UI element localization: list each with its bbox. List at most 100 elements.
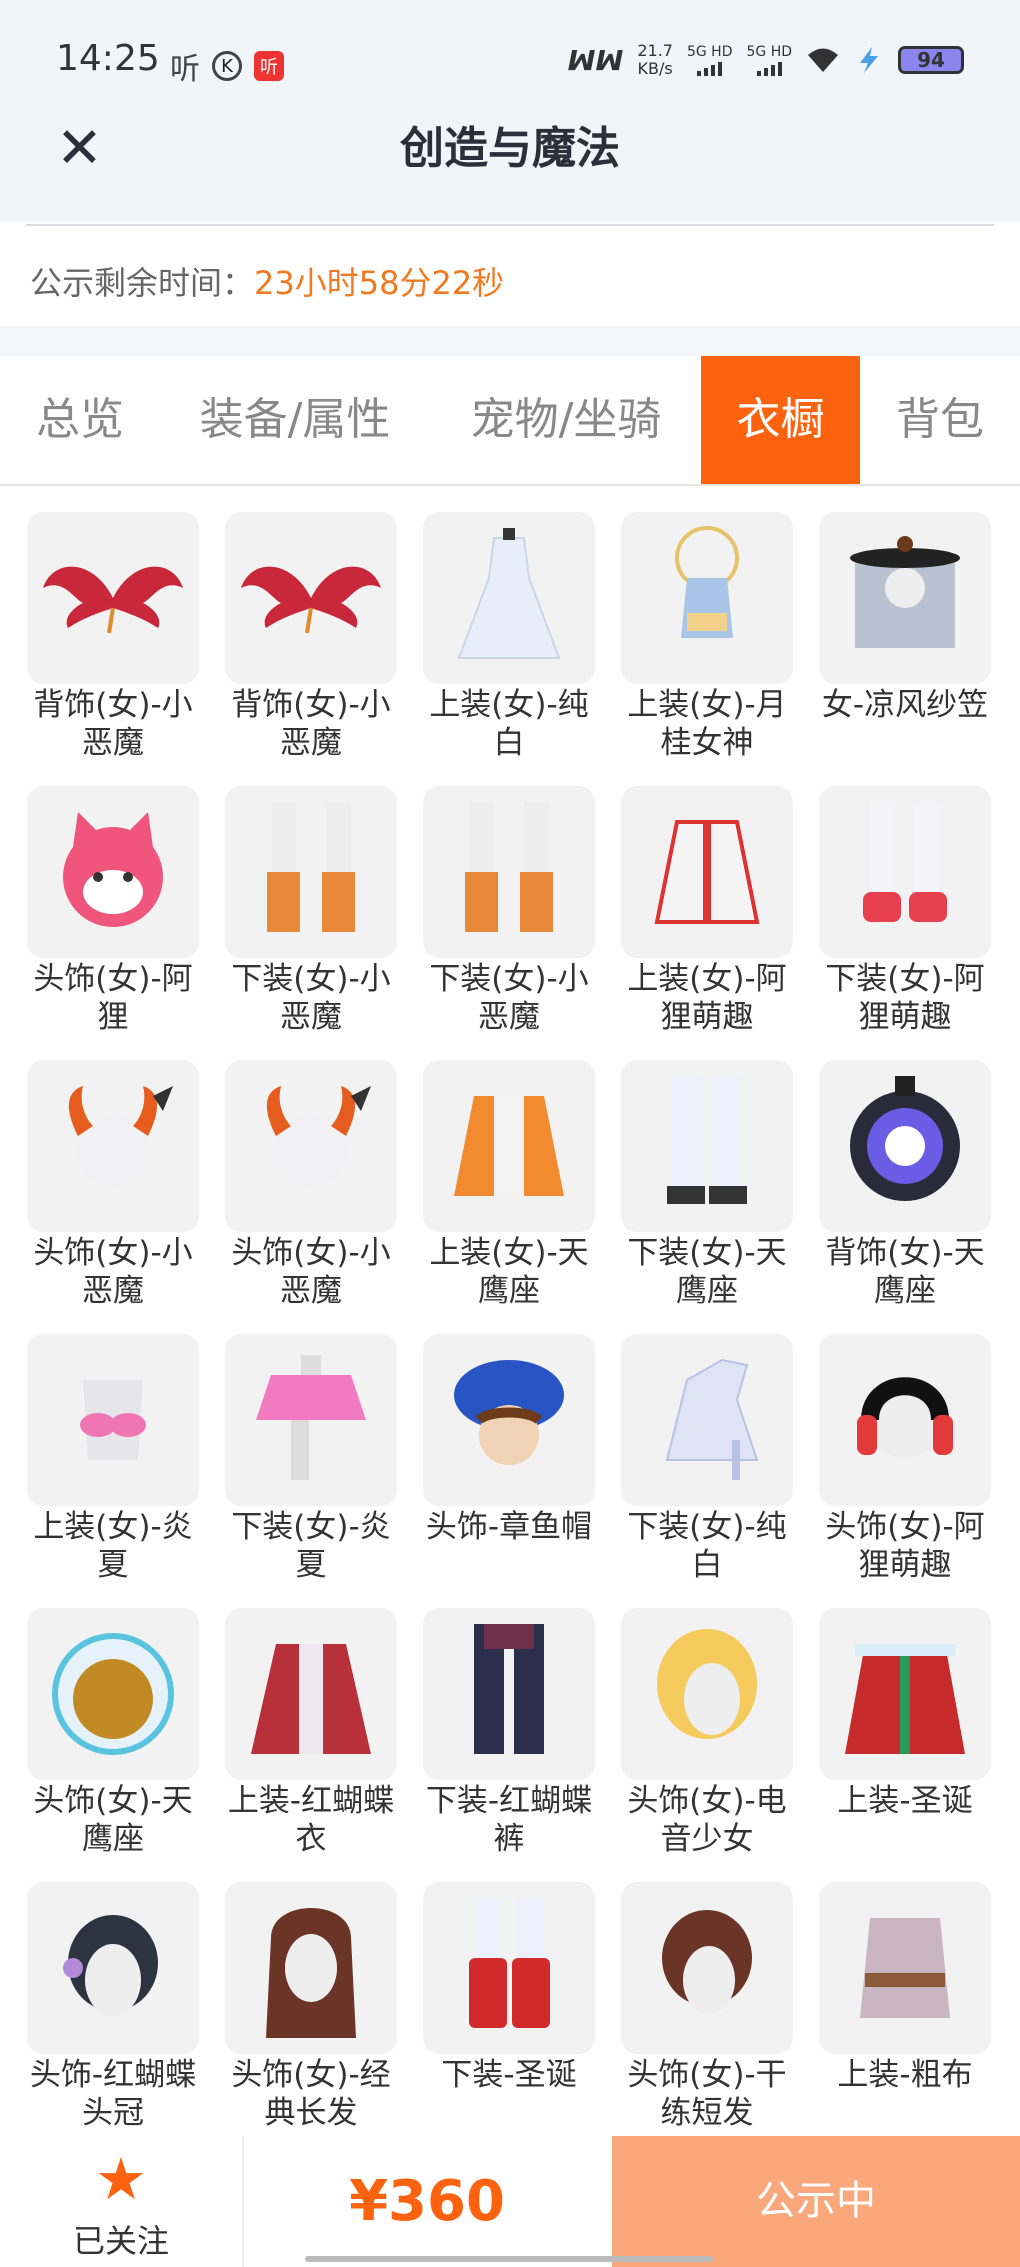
wardrobe-item-name: 背饰(女)-天鹰座	[825, 1235, 985, 1309]
wardrobe-item[interactable]: 下装-圣诞	[423, 1882, 595, 2156]
network-speed: 21.7 KB/s	[637, 42, 673, 78]
wardrobe-item[interactable]: 背饰(女)-小恶魔	[225, 512, 397, 786]
octopus-hat-icon	[423, 1334, 595, 1506]
wardrobe-item-name: 下装-红蝴蝶裤	[425, 1783, 593, 1857]
tab-overview[interactable]: 总览	[0, 356, 160, 484]
devil-horns-head-icon	[27, 1060, 199, 1232]
page-title: 创造与魔法	[400, 123, 620, 174]
carrier-logo-icon: ꟽꟽ	[567, 43, 624, 77]
tab-wardrobe[interactable]: 衣橱	[701, 356, 860, 484]
tabs-divider	[0, 484, 1020, 486]
wardrobe-item-name: 上装-粗布	[837, 2057, 973, 2093]
wardrobe-item[interactable]: 下装(女)-天鹰座	[621, 1060, 793, 1334]
red-butterfly-coat-icon	[225, 1608, 397, 1780]
signal-bars-icon	[746, 60, 792, 76]
wardrobe-item[interactable]: 头饰-章鱼帽	[423, 1334, 595, 1608]
wardrobe-item[interactable]: 上装(女)-阿狸萌趣	[621, 786, 793, 1060]
veil-hat-icon	[819, 512, 991, 684]
wardrobe-item-name: 上装(女)-炎夏	[33, 1509, 193, 1583]
ali-hoodie-icon	[621, 786, 793, 958]
tab-pets-mounts[interactable]: 宠物/坐骑	[446, 356, 686, 484]
countdown-value: 23小时58分22秒	[254, 264, 505, 302]
battery-icon: 94	[898, 46, 964, 74]
wardrobe-item[interactable]: 头饰(女)-阿狸	[27, 786, 199, 1060]
wardrobe-item-name: 上装(女)-天鹰座	[429, 1235, 589, 1309]
aquila-helmet-icon	[27, 1608, 199, 1780]
wardrobe-item[interactable]: 下装(女)-阿狸萌趣	[819, 786, 991, 1060]
charging-icon	[860, 47, 878, 73]
wardrobe-item[interactable]: 头饰(女)-天鹰座	[27, 1608, 199, 1882]
star-icon: ★	[95, 2145, 147, 2213]
tab-equipment[interactable]: 装备/属性	[175, 356, 415, 484]
summer-skirt-icon	[225, 1334, 397, 1506]
butterfly-crown-hair-icon	[27, 1882, 199, 2054]
devil-wings-icon	[225, 512, 397, 684]
wardrobe-item[interactable]: 头饰(女)-经典长发	[225, 1882, 397, 2156]
summer-bikini-top-icon	[27, 1334, 199, 1506]
wardrobe-item[interactable]: 上装-红蝴蝶衣	[225, 1608, 397, 1882]
laurel-goddess-top-icon	[621, 512, 793, 684]
wardrobe-item[interactable]: 背饰(女)-天鹰座	[819, 1060, 991, 1334]
christmas-boots-icon	[423, 1882, 595, 2054]
wardrobe-item-name: 头饰-章鱼帽	[425, 1509, 593, 1545]
devil-horns-head-icon	[225, 1060, 397, 1232]
wardrobe-item[interactable]: 头饰(女)-电音少女	[621, 1608, 793, 1882]
countdown-label: 公示剩余时间：	[30, 264, 255, 302]
wardrobe-item-name: 头饰(女)-阿狸萌趣	[825, 1509, 985, 1583]
wardrobe-item[interactable]: 下装-红蝴蝶裤	[423, 1608, 595, 1882]
wardrobe-item[interactable]: 上装-粗布	[819, 1882, 991, 2156]
ali-headphones-icon	[819, 1334, 991, 1506]
network-speed-value: 21.7	[637, 41, 673, 60]
wardrobe-item-name: 下装(女)-小恶魔	[429, 961, 589, 1035]
publicity-status-button[interactable]: 公示中	[612, 2136, 1020, 2267]
wardrobe-item[interactable]: 上装(女)-纯白	[423, 512, 595, 786]
wardrobe-item-name: 上装-圣诞	[837, 1783, 973, 1819]
wardrobe-item[interactable]: 上装(女)-炎夏	[27, 1334, 199, 1608]
notification-icons: 听 K 听	[170, 44, 284, 88]
header-divider	[26, 224, 994, 226]
wardrobe-item[interactable]: 上装-圣诞	[819, 1608, 991, 1882]
tab-backpack[interactable]: 背包	[870, 356, 1010, 484]
christmas-coat-icon	[819, 1608, 991, 1780]
wardrobe-item[interactable]: 下装(女)-小恶魔	[225, 786, 397, 1060]
bottom-bar: ★ 已关注 ¥360 公示中	[0, 2136, 1020, 2267]
ting-notification-icon: 听	[170, 52, 200, 87]
wardrobe-item[interactable]: 下装(女)-炎夏	[225, 1334, 397, 1608]
home-indicator[interactable]	[305, 2256, 713, 2262]
ali-sneakers-icon	[819, 786, 991, 958]
blonde-hair-icon	[621, 1608, 793, 1780]
wardrobe-item[interactable]: 头饰-红蝴蝶头冠	[27, 1882, 199, 2156]
wardrobe-item[interactable]: 头饰(女)-小恶魔	[225, 1060, 397, 1334]
wardrobe-item-name: 上装(女)-阿狸萌趣	[627, 961, 787, 1035]
devil-boots-icon	[423, 786, 595, 958]
wardrobe-item-name: 头饰(女)-电音少女	[627, 1783, 787, 1857]
wardrobe-item[interactable]: 头饰(女)-干练短发	[621, 1882, 793, 2156]
red-ting-notification-icon: 听	[254, 51, 284, 81]
wardrobe-item-name: 女-凉风纱笠	[821, 687, 989, 723]
wardrobe-item[interactable]: 背饰(女)-小恶魔	[27, 512, 199, 786]
follow-button[interactable]: ★ 已关注	[0, 2136, 244, 2267]
signal-bars-icon	[687, 60, 733, 76]
wardrobe-item[interactable]: 上装(女)-天鹰座	[423, 1060, 595, 1334]
wardrobe-item-name: 头饰(女)-小恶魔	[33, 1235, 193, 1309]
signal-2: 5G HD	[746, 44, 792, 76]
section-separator	[0, 326, 1020, 356]
wardrobe-item[interactable]: 头饰(女)-阿狸萌趣	[819, 1334, 991, 1608]
status-bar: 14:25 听 K 听 ꟽꟽ 21.7 KB/s 5G HD 5G HD 94	[0, 0, 1020, 120]
wardrobe-item[interactable]: 女-凉风纱笠	[819, 512, 991, 786]
red-butterfly-pants-icon	[423, 1608, 595, 1780]
long-hair-icon	[225, 1882, 397, 2054]
aquila-backpack-icon	[819, 1060, 991, 1232]
wardrobe-item[interactable]: 下装(女)-小恶魔	[423, 786, 595, 1060]
wardrobe-item[interactable]: 下装(女)-纯白	[621, 1334, 793, 1608]
wardrobe-item-name: 下装(女)-纯白	[627, 1509, 787, 1583]
header: ✕ 创造与魔法	[0, 120, 1020, 222]
wardrobe-grid: 背饰(女)-小恶魔 背饰(女)-小恶魔 上装(女)-纯白 上装(女)-月桂女神 女-凉风…	[27, 512, 993, 2156]
wardrobe-item-name: 下装(女)-小恶魔	[231, 961, 391, 1035]
wardrobe-item-name: 头饰(女)-阿狸	[33, 961, 193, 1035]
wardrobe-item-name: 上装(女)-纯白	[429, 687, 589, 761]
follow-label: 已关注	[72, 2222, 169, 2260]
wardrobe-item[interactable]: 上装(女)-月桂女神	[621, 512, 793, 786]
wardrobe-item-name: 背饰(女)-小恶魔	[231, 687, 391, 761]
wardrobe-item[interactable]: 头饰(女)-小恶魔	[27, 1060, 199, 1334]
